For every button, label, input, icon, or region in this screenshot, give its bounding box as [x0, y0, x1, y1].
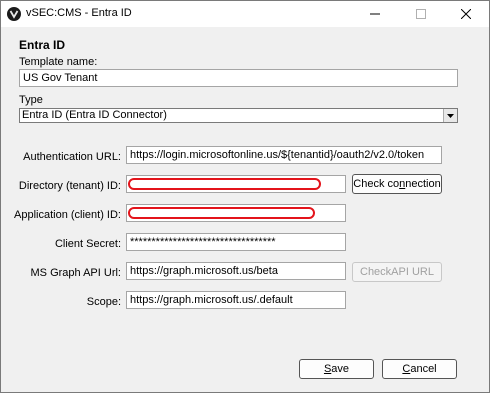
close-button[interactable]: [443, 1, 489, 27]
client-secret-label: Client Secret:: [54, 238, 121, 250]
application-id-label: Application (client) ID:: [14, 209, 121, 221]
type-select[interactable]: Entra ID (Entra ID Connector): [19, 108, 458, 123]
maximize-icon: [416, 9, 426, 19]
close-icon: [461, 9, 471, 19]
title-bar: vSEC:CMS - Entra ID: [1, 1, 489, 27]
graph-url-label: MS Graph API Url:: [30, 267, 121, 279]
scope-input[interactable]: https://graph.microsoft.us/.default: [126, 291, 346, 309]
redaction-mark: [128, 207, 315, 219]
graph-url-input[interactable]: https://graph.microsoft.us/beta: [126, 262, 346, 280]
save-label: ave: [331, 363, 350, 375]
client-secret-input[interactable]: **********************************: [126, 233, 346, 251]
directory-id-label: Directory (tenant) ID:: [18, 180, 121, 192]
app-logo-icon: [7, 7, 21, 21]
minimize-button[interactable]: [352, 1, 398, 27]
cancel-accesskey: C: [402, 363, 411, 375]
type-label: Type: [19, 94, 43, 106]
dialog-heading: Entra ID: [19, 38, 66, 52]
window-title: vSEC:CMS - Entra ID: [26, 7, 132, 19]
save-accesskey: S: [323, 363, 332, 375]
type-select-value: Entra ID (Entra ID Connector): [22, 109, 167, 121]
check-connection-label: Check co: [353, 178, 400, 190]
template-name-input[interactable]: US Gov Tenant: [19, 69, 458, 87]
scope-label: Scope:: [86, 296, 121, 308]
dialog-window: vSEC:CMS - Entra ID Entra ID Template na…: [0, 0, 490, 393]
check-connection-label-rest: nection: [405, 178, 441, 190]
dropdown-arrow-icon[interactable]: [443, 109, 457, 122]
cancel-button[interactable]: Cancel: [382, 359, 457, 379]
auth-url-label: Authentication URL:: [23, 151, 121, 163]
check-connection-button[interactable]: Check co n nection: [352, 174, 442, 194]
auth-url-input[interactable]: https://login.microsoftonline.us/${tenan…: [126, 146, 442, 164]
maximize-button[interactable]: [398, 1, 444, 27]
template-name-label: Template name:: [19, 56, 98, 68]
cancel-label: ancel: [410, 363, 437, 375]
save-button[interactable]: Save: [299, 359, 374, 379]
redaction-mark: [128, 178, 321, 190]
check-api-url-button[interactable]: CheckAPI URL: [352, 262, 442, 282]
minimize-icon: [370, 13, 380, 15]
